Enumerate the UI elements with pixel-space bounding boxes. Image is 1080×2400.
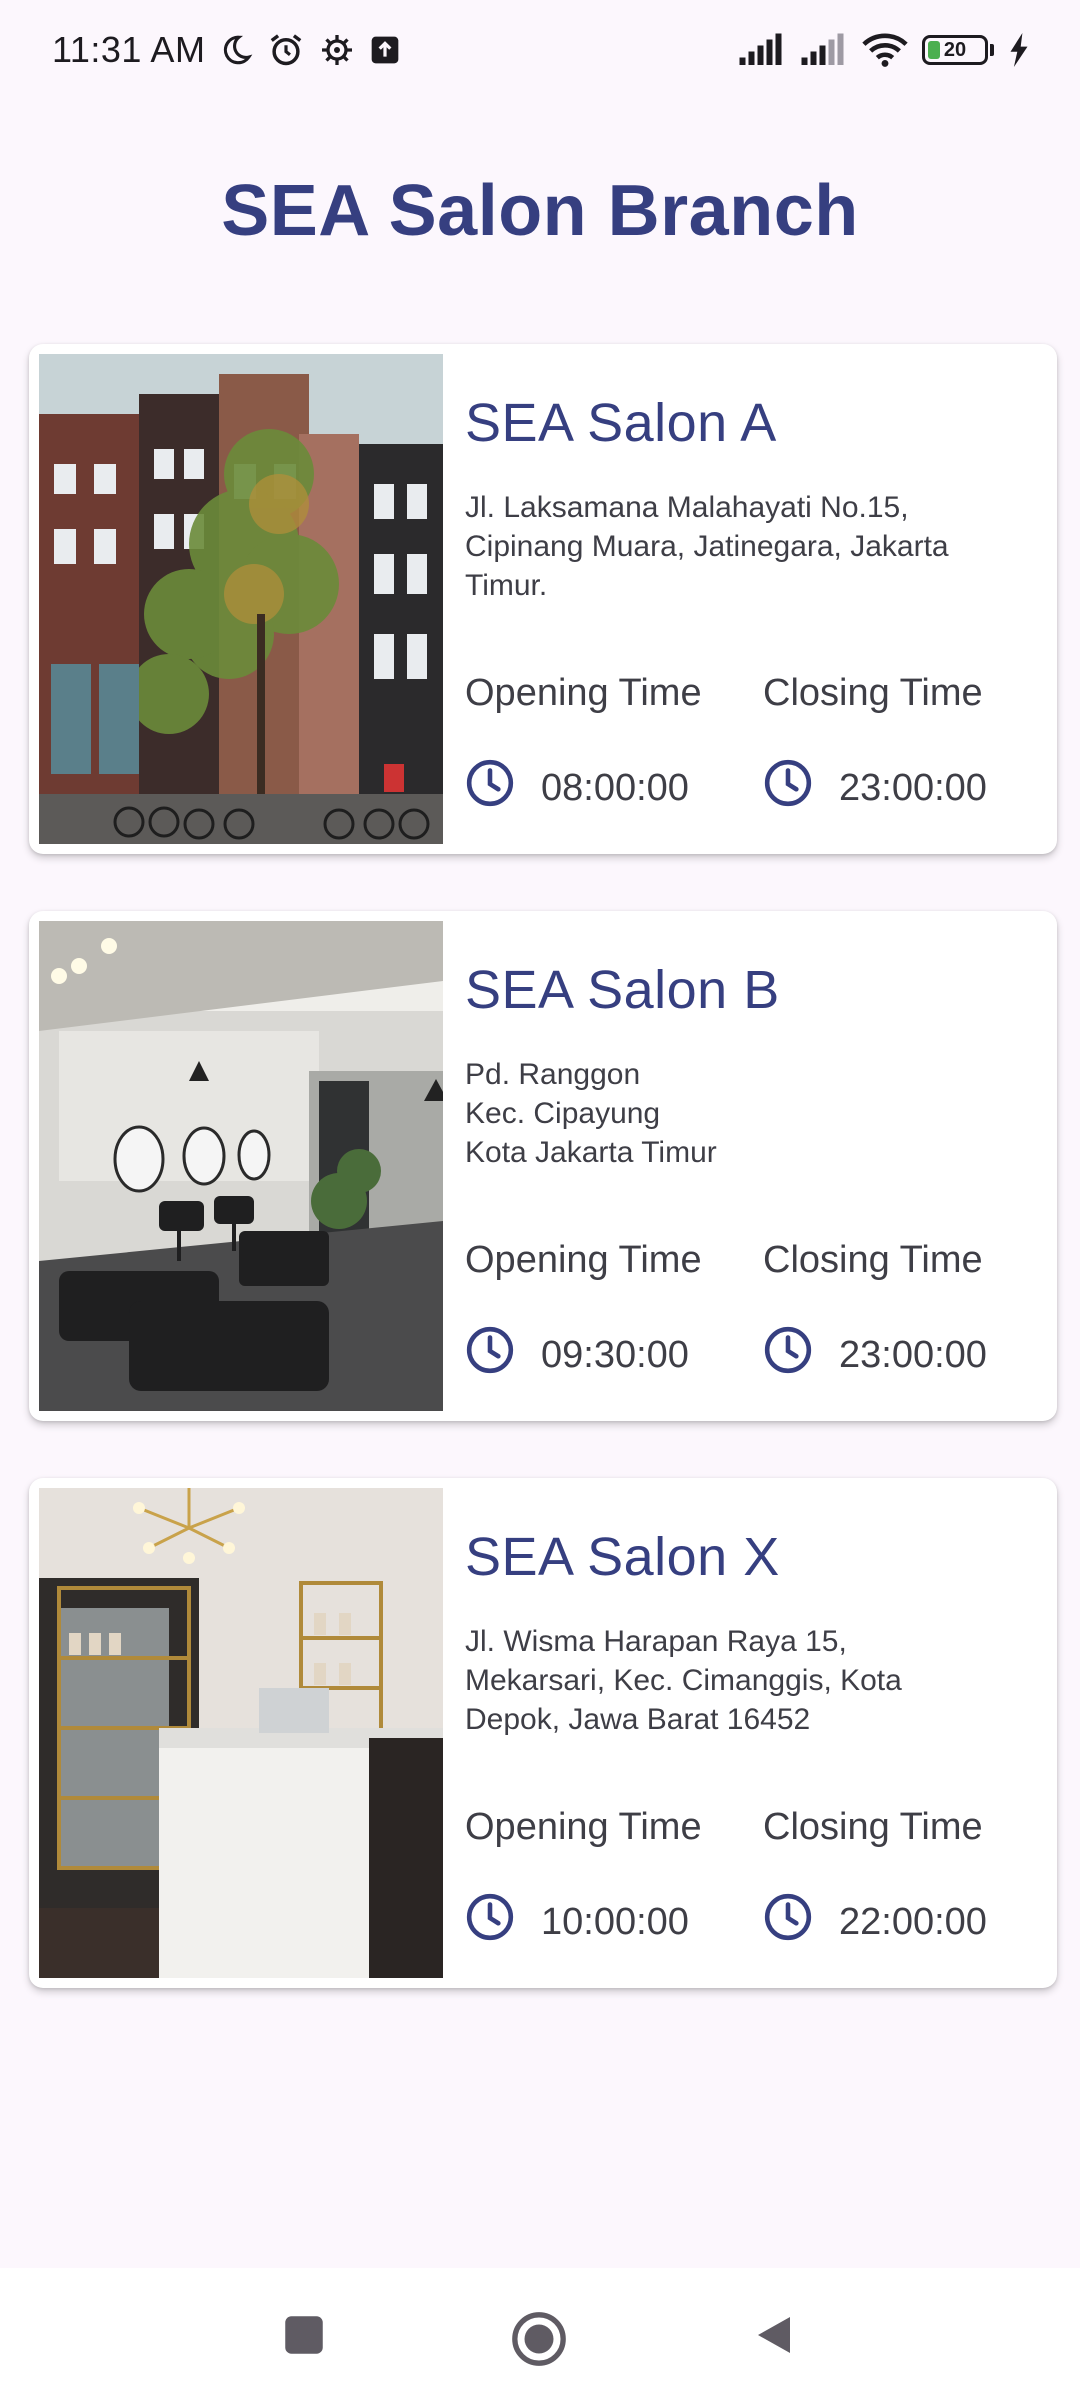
signal-icon <box>738 33 786 67</box>
branch-card[interactable]: SEA Salon B Pd. Ranggon Kec. Cipayung Ko… <box>29 911 1057 1421</box>
closing-time-label: Closing Time <box>763 1239 983 1281</box>
branch-card[interactable]: SEA Salon X Jl. Wisma Harapan Raya 15, M… <box>29 1478 1057 1988</box>
opening-time-value: 10:00:00 <box>541 1901 689 1943</box>
branch-info: SEA Salon X Jl. Wisma Harapan Raya 15, M… <box>443 1488 1047 1978</box>
status-time: 11:31 AM <box>52 29 206 70</box>
branch-card[interactable]: SEA Salon A Jl. Laksamana Malahayati No.… <box>29 344 1057 854</box>
clock-icon <box>764 1893 812 1940</box>
branch-photo <box>39 1488 443 1978</box>
branch-name: SEA Salon X <box>465 1527 780 1587</box>
signal-icon <box>800 33 848 67</box>
clock-icon <box>466 759 514 806</box>
branch-info: SEA Salon B Pd. Ranggon Kec. Cipayung Ko… <box>443 921 1047 1411</box>
branch-name: SEA Salon B <box>465 960 780 1020</box>
back-triangle-icon <box>758 2317 790 2353</box>
clock-icon <box>764 759 812 806</box>
branch-photo <box>39 354 443 844</box>
wifi-icon <box>862 32 908 68</box>
home-circle-icon <box>512 2312 566 2366</box>
settings-icon <box>319 32 355 68</box>
branch-address: Jl. Wisma Harapan Raya 15, Mekarsari, Ke… <box>465 1625 902 1736</box>
clock-icon <box>466 1893 514 1940</box>
charging-icon <box>1008 33 1030 67</box>
branch-name: SEA Salon A <box>465 393 777 453</box>
branch-info: SEA Salon A Jl. Laksamana Malahayati No.… <box>443 354 1047 844</box>
branch-hours: Opening Time 09:30:00 Closing Time 23:00… <box>465 1239 1061 1377</box>
closing-time-label: Closing Time <box>763 1806 983 1848</box>
opening-time-value: 09:30:00 <box>541 1334 689 1376</box>
battery-icon: 20 <box>922 35 988 65</box>
alarm-icon <box>267 31 305 69</box>
opening-time-label: Opening Time <box>465 1239 702 1281</box>
recent-apps-button[interactable] <box>279 2310 329 2360</box>
branch-address: Pd. Ranggon Kec. Cipayung Kota Jakarta T… <box>465 1058 717 1169</box>
upload-icon <box>369 34 401 66</box>
branch-hours: Opening Time 10:00:00 Closing Time 22:00… <box>465 1806 1061 1944</box>
closing-time-label: Closing Time <box>763 672 983 714</box>
battery-level: 20 <box>943 38 967 61</box>
back-button[interactable] <box>750 2310 798 2360</box>
branch-photo <box>39 921 443 1411</box>
moon-icon <box>219 33 253 67</box>
square-icon <box>285 2316 323 2354</box>
home-button[interactable] <box>510 2310 568 2368</box>
clock-icon <box>764 1326 812 1373</box>
branch-list: SEA Salon A Jl. Laksamana Malahayati No.… <box>29 344 1057 2045</box>
branch-hours: Opening Time 08:00:00 Closing Time 23:00… <box>465 672 1061 810</box>
opening-time-label: Opening Time <box>465 1806 702 1848</box>
navigation-bar <box>0 2268 1080 2400</box>
page-title: SEA Salon Branch <box>221 171 859 251</box>
status-bar: 11:31 AM 20 <box>0 0 1080 100</box>
closing-time-value: 23:00:00 <box>839 767 987 809</box>
closing-time-value: 22:00:00 <box>839 1901 987 1943</box>
battery-cap <box>990 44 994 56</box>
opening-time-label: Opening Time <box>465 672 702 714</box>
closing-time-value: 23:00:00 <box>839 1334 987 1376</box>
opening-time-value: 08:00:00 <box>541 767 689 809</box>
branch-address: Jl. Laksamana Malahayati No.15, Cipinang… <box>465 491 949 602</box>
clock-icon <box>466 1326 514 1373</box>
